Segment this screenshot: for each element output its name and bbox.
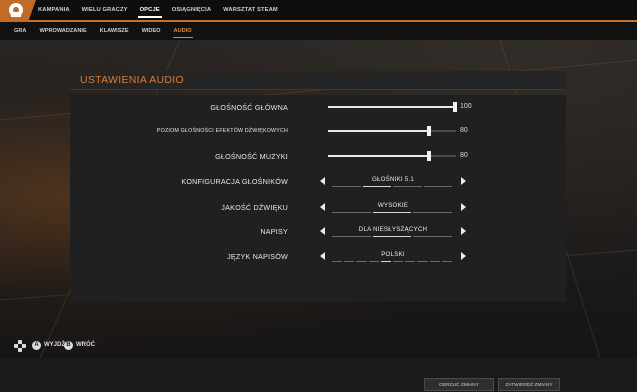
setting-row-selector: NAPISY DLA NIESŁYSZĄCYCH bbox=[70, 223, 566, 239]
discard-changes-button[interactable]: ODRZUĆ ZMIANY bbox=[424, 378, 494, 391]
arrow-left-icon[interactable] bbox=[320, 252, 325, 260]
main-nav-tab-opcje[interactable]: OPCJE bbox=[137, 0, 162, 20]
option-indicator-segment bbox=[368, 261, 379, 262]
arrow-right-icon[interactable] bbox=[461, 203, 466, 211]
slider-handle[interactable] bbox=[427, 151, 432, 161]
volume-slider[interactable] bbox=[328, 151, 456, 161]
main-nav-tab-wielu-graczy[interactable]: WIELU GRACZY bbox=[82, 0, 128, 20]
arrow-right-icon[interactable] bbox=[461, 227, 466, 235]
setting-label: NAPISY bbox=[260, 227, 288, 236]
option-indicator-segment bbox=[393, 186, 422, 187]
main-nav: KAMPANIA WIELU GRACZY OPCJE OSIĄGNIĘCIA WARS… bbox=[38, 0, 290, 20]
volume-slider[interactable] bbox=[328, 126, 456, 136]
setting-label: JAKOŚĆ DŹWIĘKU bbox=[221, 203, 288, 212]
arrow-left-icon[interactable] bbox=[320, 177, 325, 185]
option-indicator-track bbox=[332, 236, 454, 237]
slider-handle[interactable] bbox=[453, 102, 457, 112]
sub-nav-tab-gra[interactable]: GRA bbox=[14, 22, 26, 40]
dpad-icon bbox=[14, 340, 26, 352]
option-indicator-segment bbox=[441, 261, 453, 262]
setting-row-selector: KONFIGURACJA GŁOŚNIKÓW GŁOŚNIKI 5.1 bbox=[70, 173, 566, 189]
option-indicator-segment bbox=[380, 261, 392, 262]
sub-nav-tab-klawisze[interactable]: KLAWISZE bbox=[100, 22, 129, 40]
setting-row-slider: GŁOŚNOŚĆ MUZYKI 80 bbox=[70, 148, 566, 164]
option-value: DLA NIESŁYSZĄCYCH bbox=[358, 226, 428, 233]
arrow-right-icon[interactable] bbox=[461, 252, 466, 260]
option-indicator-segment bbox=[362, 186, 391, 187]
setting-label: GŁOŚNOŚĆ GŁÓWNA bbox=[210, 103, 288, 112]
option-selector[interactable]: POLSKI bbox=[320, 250, 466, 262]
option-indicator-segment bbox=[413, 236, 453, 237]
back-hint[interactable]: WRÓĆ bbox=[76, 342, 95, 348]
option-indicator-segment bbox=[356, 261, 367, 262]
slider-value: 100 bbox=[460, 103, 472, 110]
slider-value: 80 bbox=[460, 127, 468, 134]
setting-label: JĘZYK NAPISÓW bbox=[227, 252, 288, 261]
exit-hint[interactable]: WYJDŹ bbox=[44, 342, 65, 348]
slider-fill bbox=[328, 130, 431, 132]
option-indicator-segment bbox=[372, 236, 412, 237]
option-selector[interactable]: GŁOŚNIKI 5.1 bbox=[320, 175, 466, 187]
option-indicator-track bbox=[332, 261, 454, 262]
option-indicator-segment bbox=[423, 186, 452, 187]
a-button-icon: A bbox=[32, 341, 41, 350]
arrow-right-icon[interactable] bbox=[461, 177, 466, 185]
sub-nav-tab-audio[interactable]: AUDIO bbox=[172, 22, 193, 40]
option-value: GŁOŚNIKI 5.1 bbox=[372, 176, 414, 183]
arrow-left-icon[interactable] bbox=[320, 227, 325, 235]
option-indicator-segment bbox=[405, 261, 416, 262]
setting-row-slider: GŁOŚNOŚĆ GŁÓWNA 100 bbox=[70, 99, 566, 115]
setting-row-selector: JAKOŚĆ DŹWIĘKU WYSOKIE bbox=[70, 199, 566, 215]
slider-handle[interactable] bbox=[427, 126, 432, 136]
option-indicator-segment bbox=[429, 261, 440, 262]
option-indicator-segment bbox=[332, 236, 371, 237]
option-indicator-segment bbox=[393, 261, 404, 262]
volume-slider[interactable] bbox=[328, 102, 457, 112]
arrow-left-icon[interactable] bbox=[320, 203, 325, 211]
option-indicator-segment bbox=[332, 186, 361, 187]
option-value: WYSOKIE bbox=[377, 202, 409, 209]
setting-row-slider: POZIOM GŁOŚNOŚCI EFEKTÓW DŹWIĘKOWYCH 80 bbox=[70, 123, 566, 139]
option-indicator-track bbox=[332, 186, 454, 187]
option-value: POLSKI bbox=[381, 251, 405, 258]
option-indicator-segment bbox=[413, 212, 453, 213]
panel-title: USTAWIENIA AUDIO bbox=[80, 74, 184, 86]
slider-fill bbox=[328, 155, 431, 157]
option-indicator-segment bbox=[332, 261, 343, 262]
main-nav-tab-kampania[interactable]: KAMPANIA bbox=[38, 0, 70, 20]
setting-row-selector: JĘZYK NAPISÓW POLSKI bbox=[70, 248, 566, 264]
setting-label: POZIOM GŁOŚNOŚCI EFEKTÓW DŹWIĘKOWYCH bbox=[156, 128, 288, 134]
option-indicator-segment bbox=[344, 261, 355, 262]
audio-settings-panel: ODRZUĆ ZMIANY ZATWIERDŹ ZMIANY GŁOŚNOŚĆ … bbox=[70, 95, 566, 391]
option-indicator-segment bbox=[332, 212, 371, 213]
option-indicator-segment bbox=[372, 212, 412, 213]
footer-hints: A WYJDŹ B WRÓĆ bbox=[0, 334, 637, 358]
option-selector[interactable]: DLA NIESŁYSZĄCYCH bbox=[320, 225, 466, 237]
sub-nav-tab-wideo[interactable]: WIDEO bbox=[142, 22, 161, 40]
setting-label: GŁOŚNOŚĆ MUZYKI bbox=[215, 152, 288, 161]
option-indicator-track bbox=[332, 212, 454, 213]
main-nav-tab-osiagniecia[interactable]: OSIĄGNIĘCIA bbox=[172, 0, 211, 20]
game-logo-icon bbox=[9, 3, 23, 17]
option-indicator-segment bbox=[417, 261, 428, 262]
panel-header: USTAWIENIA AUDIO bbox=[70, 71, 566, 90]
sub-nav: GRA WPROWADZANIE KLAWISZE WIDEO AUDIO bbox=[0, 22, 637, 40]
main-nav-tab-warsztat-steam[interactable]: WARSZTAT STEAM bbox=[223, 0, 278, 20]
sub-nav-tab-wprowadzanie[interactable]: WPROWADZANIE bbox=[39, 22, 86, 40]
slider-fill bbox=[328, 106, 456, 108]
b-button-icon: B bbox=[64, 341, 73, 350]
slider-value: 80 bbox=[460, 152, 468, 159]
apply-changes-button[interactable]: ZATWIERDŹ ZMIANY bbox=[498, 378, 560, 391]
option-selector[interactable]: WYSOKIE bbox=[320, 201, 466, 213]
setting-label: KONFIGURACJA GŁOŚNIKÓW bbox=[181, 177, 288, 186]
